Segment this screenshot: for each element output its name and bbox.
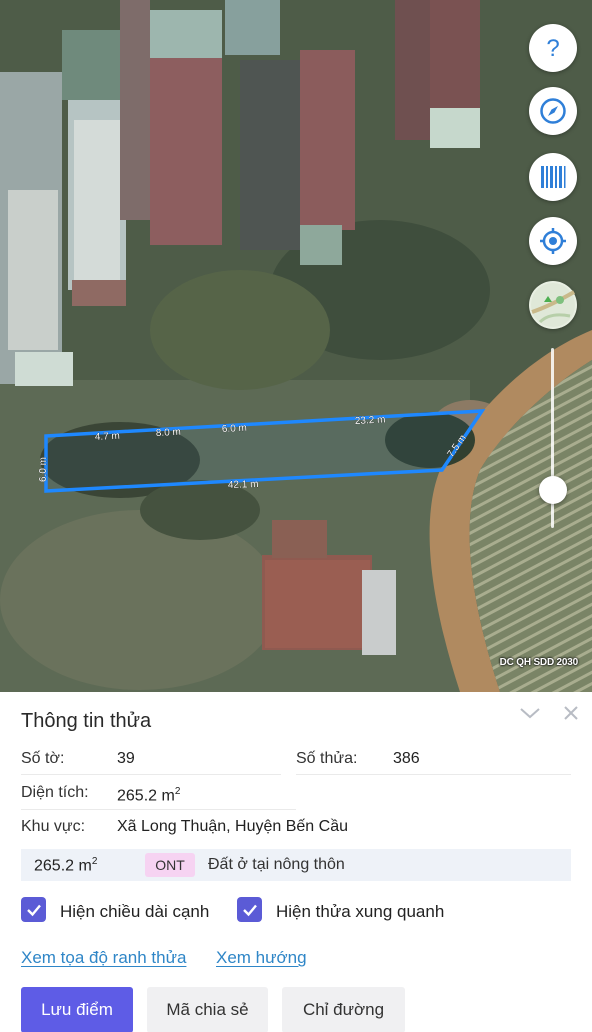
checkmark-icon xyxy=(242,904,257,916)
parcel-info-panel: Thông tin thửa Số tờ: 39 Số thửa: 386 Di… xyxy=(0,692,592,1032)
divider xyxy=(21,774,281,775)
help-icon: ? xyxy=(546,35,559,61)
directions-button[interactable]: Chỉ đường xyxy=(282,987,405,1032)
close-icon[interactable] xyxy=(562,704,580,722)
svg-text:?: ? xyxy=(546,35,559,61)
edge-length-label: 4.7 m xyxy=(95,431,121,443)
panel-title: Thông tin thửa xyxy=(21,710,152,732)
edge-length-label: 8.0 m xyxy=(156,427,182,439)
map-layer-icon xyxy=(531,283,576,327)
zoom-slider-handle[interactable] xyxy=(539,476,567,504)
show-edge-length-label[interactable]: Hiện chiều dài cạnh xyxy=(60,902,209,922)
land-use-area: 265.2 m2 xyxy=(34,856,98,875)
area-label: Diện tích: xyxy=(21,784,89,801)
locate-button[interactable] xyxy=(529,217,577,265)
show-neighbor-parcels-checkbox[interactable] xyxy=(237,897,262,922)
parcel-outline[interactable]: 4.7 m 8.0 m 6.0 m 23.2 m 7.5 m 42.1 m 6.… xyxy=(0,0,592,692)
divider xyxy=(296,774,571,775)
sheet-number-label: Số tờ: xyxy=(21,750,65,767)
show-edge-length-checkbox[interactable] xyxy=(21,897,46,922)
land-use-code-badge: ONT xyxy=(145,853,195,877)
land-use-description: Đất ở tại nông thôn xyxy=(208,856,345,873)
region-value: Xã Long Thuận, Huyện Bến Cầu xyxy=(117,818,348,835)
area-value: 265.2 m2 xyxy=(117,786,181,805)
parcel-number-label: Số thửa: xyxy=(296,750,358,767)
chevron-down-icon[interactable] xyxy=(518,704,542,722)
sheet-number-value: 39 xyxy=(117,750,135,767)
divider xyxy=(21,809,296,810)
show-neighbor-parcels-label[interactable]: Hiện thửa xung quanh xyxy=(276,902,444,922)
region-label: Khu vực: xyxy=(21,818,86,835)
barcode-icon xyxy=(541,166,566,188)
barcode-button[interactable] xyxy=(529,153,577,201)
compass-button[interactable] xyxy=(529,87,577,135)
locate-icon xyxy=(540,228,566,254)
checkmark-icon xyxy=(26,904,41,916)
edge-length-label: 42.1 m xyxy=(228,479,259,491)
save-point-button[interactable]: Lưu điểm xyxy=(21,987,133,1032)
edge-length-label: 6.0 m xyxy=(222,423,248,435)
view-direction-link[interactable]: Xem hướng xyxy=(216,948,307,968)
edge-length-label: 23.2 m xyxy=(355,414,386,427)
edge-length-label: 6.0 m xyxy=(38,457,49,482)
help-button[interactable]: ? xyxy=(529,24,577,72)
satellite-map[interactable]: 4.7 m 8.0 m 6.0 m 23.2 m 7.5 m 42.1 m 6.… xyxy=(0,0,592,692)
compass-icon xyxy=(540,98,566,124)
share-code-button[interactable]: Mã chia sẻ xyxy=(147,987,268,1032)
map-layer-button[interactable] xyxy=(529,281,577,329)
parcel-number-value: 386 xyxy=(393,750,420,767)
view-boundary-coordinates-link[interactable]: Xem tọa độ ranh thửa xyxy=(21,948,186,968)
land-use-row: 265.2 m2 ONT Đất ở tại nông thôn xyxy=(21,849,571,881)
map-layer-label: DC QH SDD 2030 xyxy=(499,657,579,668)
